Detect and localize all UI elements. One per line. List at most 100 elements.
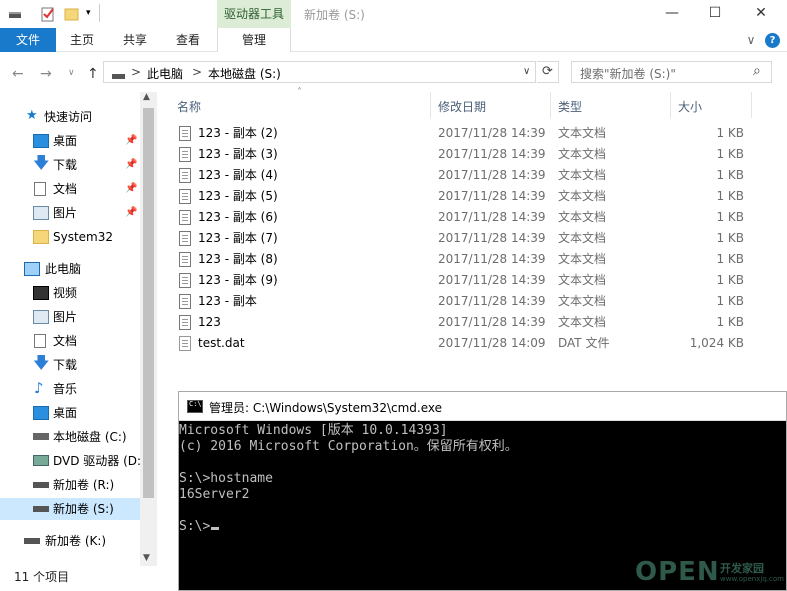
search-input[interactable]: 搜索"新加卷 (S:)" ⌕	[571, 61, 772, 83]
nav-item-downloads[interactable]: 🡇 下载 📌	[0, 153, 140, 176]
file-row[interactable]: 123 - 副本 (8) 2017/11/28 14:39 文本文档 1 KB	[157, 249, 757, 270]
minimize-button[interactable]: —	[649, 0, 695, 28]
column-divider[interactable]	[751, 92, 752, 118]
file-row[interactable]: 123 - 副本 2017/11/28 14:39 文本文档 1 KB	[157, 291, 757, 312]
scroll-down-icon[interactable]: ▼	[143, 553, 150, 563]
file-size: 1 KB	[716, 294, 744, 308]
collapse-ribbon-icon[interactable]: ∨	[744, 28, 758, 52]
nav-this-pc[interactable]: 此电脑	[0, 258, 140, 280]
text-file-icon	[179, 252, 191, 267]
file-row[interactable]: 123 - 副本 (3) 2017/11/28 14:39 文本文档 1 KB	[157, 144, 757, 165]
breadcrumb-local-disk[interactable]: 本地磁盘 (S:)	[208, 65, 281, 82]
nav-item-system32[interactable]: System32	[0, 226, 140, 248]
tab-share[interactable]: 共享	[113, 28, 157, 52]
file-type: 文本文档	[558, 147, 607, 161]
qat-dropdown-icon[interactable]: ▾	[86, 8, 96, 24]
address-input[interactable]: > 此电脑 > 本地磁盘 (S:) ∨	[103, 61, 536, 83]
nav-item-documents[interactable]: 文档 📌	[0, 178, 140, 200]
pin-icon[interactable]: 📌	[125, 178, 137, 200]
tab-view[interactable]: 查看	[166, 28, 210, 52]
sort-ascending-icon: ˄	[297, 87, 302, 98]
nav-quick-access[interactable]: ★ 快速访问	[0, 106, 140, 128]
file-name: 123 - 副本 (9)	[198, 273, 278, 287]
file-row[interactable]: 123 - 副本 (7) 2017/11/28 14:39 文本文档 1 KB	[157, 228, 757, 249]
nav-item-pictures[interactable]: 图片 📌	[0, 202, 140, 224]
file-name: 123 - 副本	[198, 294, 257, 308]
address-dropdown-icon[interactable]: ∨	[523, 66, 530, 77]
tab-home[interactable]: 主页	[60, 28, 104, 52]
nav-item-drive-r[interactable]: 新加卷 (R:)	[0, 474, 140, 496]
nav-item-desktop-pc[interactable]: 桌面	[0, 402, 140, 424]
nav-label: 下载	[53, 158, 78, 172]
column-divider[interactable]	[430, 92, 431, 118]
nav-label: 快速访问	[44, 110, 93, 124]
context-group-drive-tools: 驱动器工具	[217, 0, 291, 28]
nav-scrollbar-thumb[interactable]	[143, 108, 154, 498]
nav-item-pictures-pc[interactable]: 图片	[0, 306, 140, 328]
nav-item-drive-c[interactable]: 本地磁盘 (C:)	[0, 426, 140, 448]
console-prompt: S:\>	[179, 519, 211, 534]
file-row[interactable]: 123 - 副本 (6) 2017/11/28 14:39 文本文档 1 KB	[157, 207, 757, 228]
tab-manage[interactable]: 管理	[217, 28, 291, 52]
nav-item-videos[interactable]: 视频	[0, 282, 140, 304]
file-date: 2017/11/28 14:39	[438, 168, 546, 182]
text-file-icon	[179, 210, 191, 225]
nav-item-dvd-d[interactable]: DVD 驱动器 (D:	[0, 450, 140, 472]
documents-icon	[34, 334, 46, 348]
tab-file[interactable]: 文件	[0, 28, 56, 52]
file-row[interactable]: 123 - 副本 (9) 2017/11/28 14:39 文本文档 1 KB	[157, 270, 757, 291]
watermark-logo: OPEN	[635, 557, 720, 587]
nav-item-drive-k[interactable]: 新加卷 (K:)	[0, 530, 140, 552]
scroll-up-icon[interactable]: ▲	[143, 92, 150, 102]
column-header-name[interactable]: 名称	[177, 95, 201, 119]
file-size: 1 KB	[716, 210, 744, 224]
maximize-button[interactable]: ☐	[692, 0, 738, 28]
file-row[interactable]: 123 2017/11/28 14:39 文本文档 1 KB	[157, 312, 757, 333]
blank-file-icon	[179, 336, 191, 351]
title-bar: ▾ 驱动器工具 新加卷 (S:) — ☐ ✕	[0, 0, 787, 28]
file-row[interactable]: 123 - 副本 (5) 2017/11/28 14:39 文本文档 1 KB	[157, 186, 757, 207]
nav-item-downloads-pc[interactable]: 🡇 下载	[0, 353, 140, 376]
nav-item-documents-pc[interactable]: 文档	[0, 330, 140, 352]
nav-item-drive-s[interactable]: 新加卷 (S:)	[0, 498, 140, 520]
pin-icon[interactable]: 📌	[125, 154, 137, 176]
download-icon: 🡇	[33, 353, 50, 372]
pictures-icon	[33, 206, 49, 220]
pin-icon[interactable]: 📌	[125, 202, 137, 224]
text-file-icon	[179, 231, 191, 246]
refresh-button[interactable]: ⟳	[537, 61, 559, 83]
nav-item-desktop[interactable]: 桌面 📌	[0, 130, 140, 152]
cmd-title-bar[interactable]: 管理员: C:\Windows\System32\cmd.exe	[179, 392, 786, 421]
nav-label: 本地磁盘 (C:)	[53, 430, 127, 444]
nav-item-music[interactable]: ♪ 音乐	[0, 378, 140, 400]
pictures-icon	[33, 310, 49, 324]
new-folder-icon[interactable]	[64, 6, 80, 22]
file-date: 2017/11/28 14:39	[438, 252, 546, 266]
help-icon[interactable]: ?	[765, 33, 780, 48]
file-size: 1 KB	[716, 231, 744, 245]
nav-label: 新加卷 (K:)	[45, 534, 107, 548]
console-prompt-line: S:\>	[179, 519, 786, 535]
column-header-date[interactable]: 修改日期	[438, 95, 486, 119]
breadcrumb-this-pc[interactable]: 此电脑	[147, 65, 183, 82]
nav-label: 新加卷 (R:)	[53, 478, 115, 492]
up-button[interactable]: ↑	[87, 66, 99, 82]
column-divider[interactable]	[670, 92, 671, 118]
recent-locations-icon[interactable]: ∨	[68, 68, 75, 78]
forward-button[interactable]: →	[40, 66, 52, 82]
properties-icon[interactable]	[40, 6, 56, 22]
column-divider[interactable]	[550, 92, 551, 118]
back-button[interactable]: ←	[12, 66, 24, 82]
file-size: 1 KB	[716, 273, 744, 287]
close-button[interactable]: ✕	[738, 0, 784, 28]
file-type: 文本文档	[558, 168, 607, 182]
file-row[interactable]: 123 - 副本 (4) 2017/11/28 14:39 文本文档 1 KB	[157, 165, 757, 186]
column-header-size[interactable]: 大小	[678, 95, 702, 119]
file-date: 2017/11/28 14:39	[438, 210, 546, 224]
pin-icon[interactable]: 📌	[125, 130, 137, 152]
file-size: 1,024 KB	[689, 336, 744, 350]
drive-icon[interactable]	[8, 6, 22, 22]
column-header-type[interactable]: 类型	[558, 95, 582, 119]
file-row[interactable]: test.dat 2017/11/28 14:09 DAT 文件 1,024 KB	[157, 333, 757, 354]
file-row[interactable]: 123 - 副本 (2) 2017/11/28 14:39 文本文档 1 KB	[157, 123, 757, 144]
